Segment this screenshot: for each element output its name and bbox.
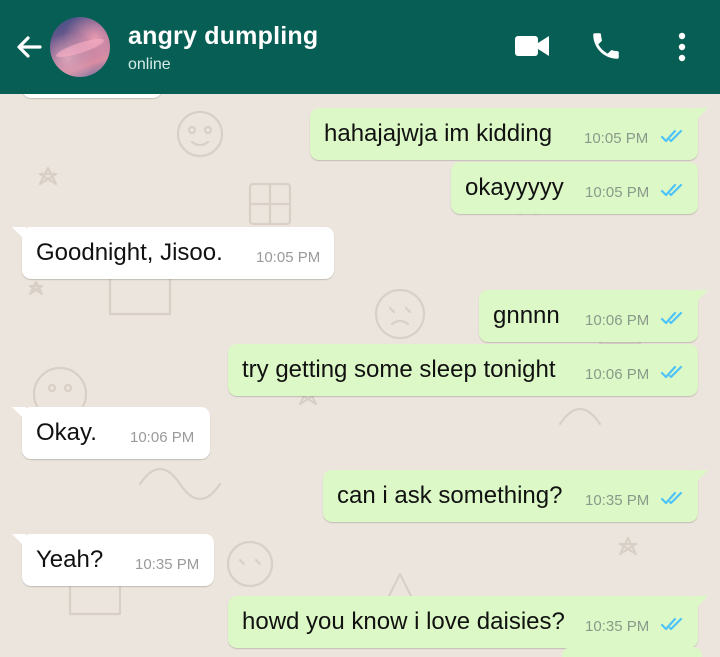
message-time: 10:05 PM [584,130,649,147]
message-incoming[interactable]: Yeah? 10:35 PM [12,534,214,586]
message-text: hahajajwja im kidding [324,120,553,147]
message-time: 10:35 PM [135,556,200,573]
message-outgoing[interactable]: try getting some sleep tonight 10:06 PM [228,344,698,396]
phone-call-icon[interactable] [589,29,623,63]
message-incoming[interactable]: Okay. 10:06 PM [12,407,210,459]
chat-area[interactable]: hahajajwja im kidding 10:05 PM okayyyyy … [0,94,720,657]
read-receipt-icon [660,365,683,379]
chat-header: angry dumpling online [0,0,720,94]
back-arrow-icon[interactable] [12,30,46,64]
message-outgoing[interactable]: hahajajwja im kidding 10:05 PM [310,108,708,160]
more-vert-icon[interactable] [674,30,690,64]
message-text: Okay. [36,419,97,446]
read-receipt-icon [660,183,683,197]
message-time: 10:05 PM [256,249,321,266]
message-text: Goodnight, Jisoo. [36,239,223,266]
message-time: 10:35 PM [585,492,650,509]
read-receipt-icon [660,491,683,505]
message-time: 10:06 PM [130,429,195,446]
message-text: gnnnn [493,302,560,329]
next-message-edge [562,647,702,657]
message-time: 10:35 PM [585,618,650,635]
message-incoming[interactable]: Goodnight, Jisoo. 10:05 PM [12,227,334,279]
message-outgoing[interactable]: can i ask something? 10:35 PM [323,470,708,522]
message-text: can i ask something? [337,482,563,509]
message-time: 10:05 PM [585,184,650,201]
message-text: Yeah? [36,546,104,573]
message-time: 10:06 PM [585,312,650,329]
message-text: okayyyyy [465,174,564,201]
contact-status: online [128,56,171,73]
read-receipt-icon [660,311,683,325]
message-outgoing[interactable]: okayyyyy 10:05 PM [451,162,698,214]
message-text: howd you know i love daisies? [242,608,565,635]
message-text: try getting some sleep tonight [242,356,556,383]
read-receipt-icon [660,617,683,631]
message-outgoing[interactable]: howd you know i love daisies? 10:35 PM [228,596,708,648]
message-outgoing[interactable]: gnnnn 10:06 PM [479,290,708,342]
contact-name[interactable]: angry dumpling [128,22,318,51]
video-call-icon[interactable] [514,33,550,59]
avatar[interactable] [50,17,110,77]
previous-message-edge [22,94,162,98]
message-time: 10:06 PM [585,366,650,383]
read-receipt-icon [660,129,683,143]
